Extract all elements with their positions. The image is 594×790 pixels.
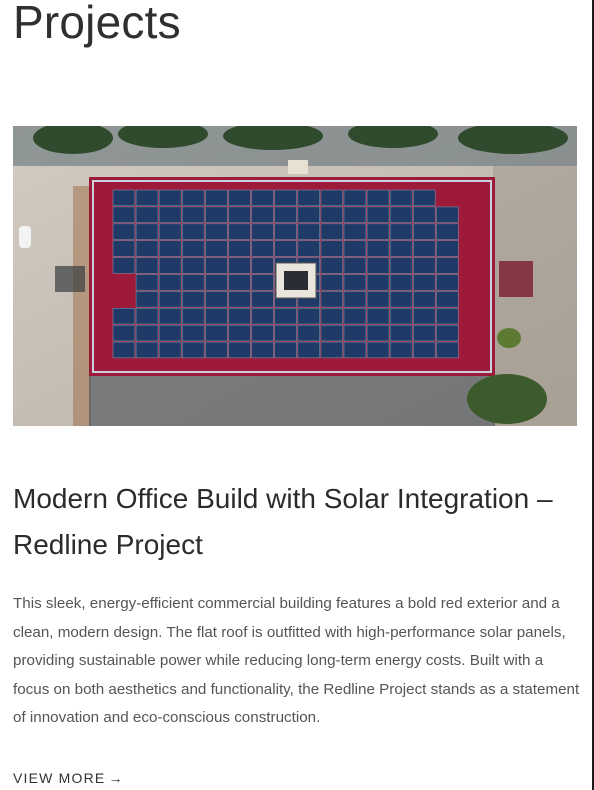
project-description: This sleek, energy-efficient commercial … [13, 595, 580, 726]
arrow-right-icon: → [108, 770, 124, 786]
page-title: Projects [13, 0, 181, 48]
view-more-label: VIEW MORE [13, 770, 106, 786]
project-image[interactable] [13, 126, 577, 426]
project-title: Modern Office Build with Solar Integrati… [13, 483, 553, 560]
view-more-link[interactable]: VIEW MORE → [13, 768, 124, 788]
